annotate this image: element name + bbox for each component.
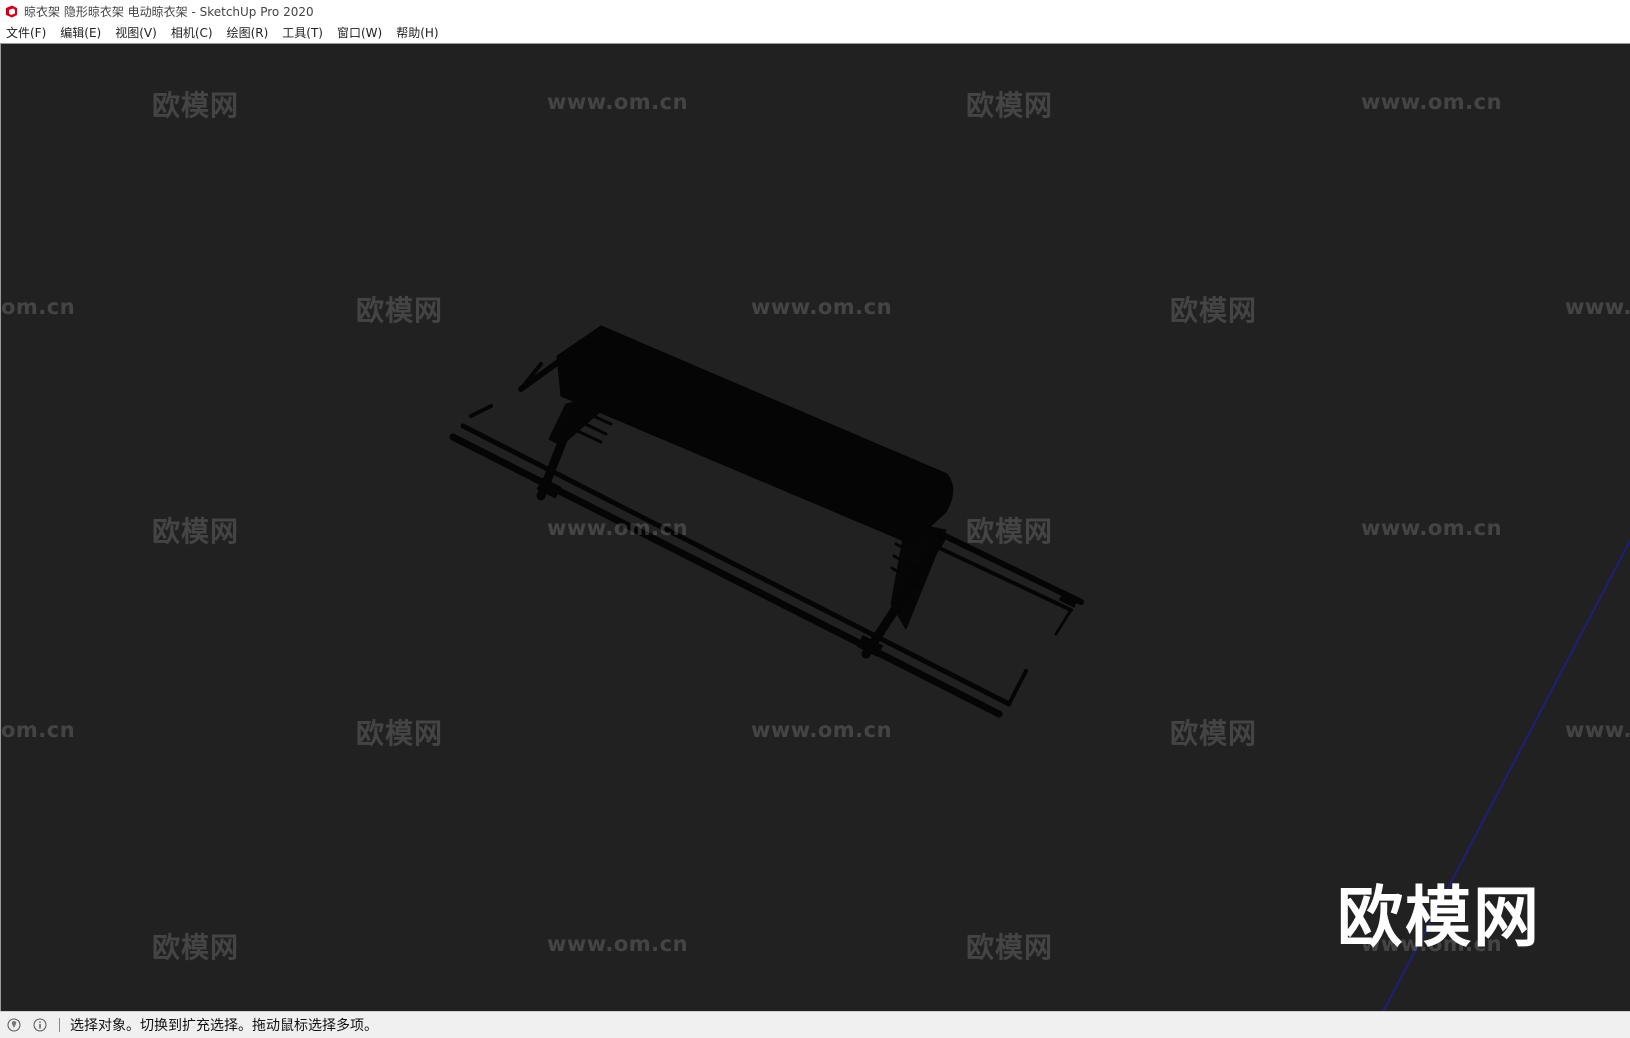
- sketchup-logo-icon: [6, 5, 17, 17]
- status-message: 选择对象。切换到扩充选择。拖动鼠标选择多项。: [70, 1018, 378, 1034]
- watermark-brand: 欧模网: [356, 717, 444, 750]
- watermark-brand: 欧模网: [152, 515, 240, 548]
- info-icon[interactable]: [33, 1018, 47, 1032]
- watermark-url: www.om.cn: [751, 295, 893, 319]
- watermark-url-partial: om.cn: [1, 295, 76, 319]
- watermark-url: www.om.cn: [547, 90, 689, 114]
- menu-tools[interactable]: 工具(T): [277, 23, 328, 42]
- watermark-brand: 欧模网: [1170, 294, 1258, 327]
- menu-view[interactable]: 视图(V): [110, 23, 162, 42]
- modeling-viewport[interactable]: 欧模网 www.om.cn 欧模网 www.om.cn om.cn 欧模网 ww…: [0, 43, 1630, 1011]
- status-bar: 选择对象。切换到扩充选择。拖动鼠标选择多项。: [0, 1011, 1630, 1038]
- menu-file[interactable]: 文件(F): [1, 23, 51, 42]
- sketchup-window: 晾衣架 隐形晾衣架 电动晾衣架 - SketchUp Pro 2020 文件(F…: [0, 0, 1630, 1038]
- watermark-brand: 欧模网: [152, 931, 240, 964]
- window-title: 晾衣架 隐形晾衣架 电动晾衣架 - SketchUp Pro 2020: [24, 4, 314, 19]
- watermark-url: www.om.cn: [1361, 90, 1503, 114]
- menu-bar: 文件(F) 编辑(E) 视图(V) 相机(C) 绘图(R) 工具(T) 窗口(W…: [0, 22, 1630, 42]
- watermark-brand: 欧模网: [966, 89, 1054, 122]
- watermark-url: www.om.cn: [547, 516, 689, 540]
- watermark-brand: 欧模网: [966, 931, 1054, 964]
- geo-location-icon[interactable]: [7, 1018, 21, 1032]
- status-separator: [59, 1018, 60, 1032]
- watermark-url: www.om.cn: [1361, 516, 1503, 540]
- watermark-brand: 欧模网: [152, 89, 240, 122]
- watermark-url-partial: om.cn: [1, 718, 76, 742]
- watermark-url-partial: www.: [1565, 718, 1630, 742]
- title-bar: 晾衣架 隐形晾衣架 电动晾衣架 - SketchUp Pro 2020: [0, 0, 1630, 22]
- watermark-url: www.om.cn: [547, 932, 689, 956]
- menu-edit[interactable]: 编辑(E): [55, 23, 106, 42]
- watermark-brand: 欧模网: [966, 515, 1054, 548]
- menu-window[interactable]: 窗口(W): [332, 23, 387, 42]
- watermark-logo-large: 欧模网: [1337, 879, 1541, 956]
- watermark-url-partial: www.: [1565, 295, 1630, 319]
- menu-camera[interactable]: 相机(C): [166, 23, 218, 42]
- menu-draw[interactable]: 绘图(R): [222, 23, 274, 42]
- watermark-brand: 欧模网: [356, 294, 444, 327]
- watermark-url: www.om.cn: [751, 718, 893, 742]
- menu-help[interactable]: 帮助(H): [391, 23, 443, 42]
- watermark-brand: 欧模网: [1170, 717, 1258, 750]
